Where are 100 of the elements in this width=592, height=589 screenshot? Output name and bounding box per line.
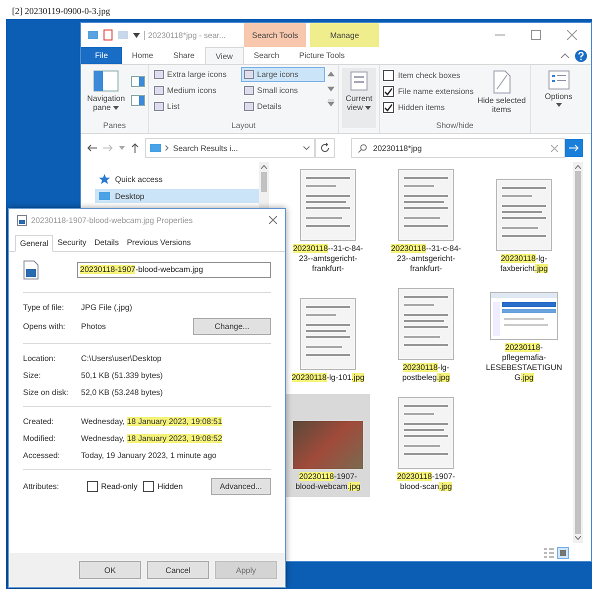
options-button[interactable]: Options [536,68,581,107]
address-bar[interactable]: Search Results i... [145,138,315,158]
layout-option[interactable]: Medium icons [152,84,242,97]
property-label: Size: [23,370,42,380]
dialog-title: 20230118-1907-blood-webcam.jpg Properties [31,216,193,224]
refresh-icon [320,143,330,153]
dialog-tab[interactable]: Security [53,235,90,251]
ribbon-tab[interactable]: Search [244,47,290,64]
dialog-tab[interactable]: Details [90,235,123,251]
document-thumbnail [398,288,454,360]
search-field[interactable]: 20230118*jpg [351,138,565,158]
checkbox[interactable] [87,481,98,492]
close-button[interactable] [567,30,577,40]
dialog-tab[interactable]: Previous Versions [122,235,195,251]
layout-option[interactable]: Extra large icons [152,68,242,81]
attribute-checkbox[interactable]: Hidden [143,481,183,492]
property-value: Wednesday, 18 January 2023, 19:08:52 [81,434,222,442]
back-button[interactable] [87,144,97,152]
refresh-button[interactable] [315,138,335,158]
context-tab-header: Manage [310,23,380,47]
recent-locations-button[interactable] [119,146,125,150]
property-value: Today, 19 January 2023, 1 minute ago [81,450,216,460]
property-value: Photos [81,322,106,331]
search-go-button[interactable] [565,139,583,157]
dialog-button[interactable]: Cancel [147,561,209,579]
caret-icon[interactable] [133,32,140,38]
list-icon [548,70,570,90]
ribbon-checkbox[interactable]: File name extensions [383,86,474,97]
image-file-icon [23,260,39,280]
file-name: 20230118-lg-101.jpg [290,373,366,383]
large-icons-view-icon[interactable] [557,547,569,559]
file-item[interactable]: 20230118-lg-101.jpg [286,285,370,388]
maximize-button[interactable] [531,30,541,40]
checkbox[interactable] [383,86,394,97]
checkbox[interactable] [143,481,154,492]
layout-option[interactable]: Large icons [242,68,324,81]
dialog-tab[interactable]: General [15,235,54,252]
star-icon [99,174,110,184]
advanced-button[interactable]: Advanced... [210,478,271,495]
file-name: 20230118-lg-faxbericht.jpg [499,254,549,274]
file-name: 20230118-1907-blood-scan.jpg [396,472,456,492]
caret-icon [365,106,372,110]
help-icon[interactable] [575,50,587,62]
chevron-down-icon[interactable] [303,146,310,150]
pane-layout-icon [93,70,119,92]
gallery-scroll-icon[interactable] [327,70,335,108]
clear-search-button[interactable] [551,144,558,152]
ribbon-tab[interactable]: Home [122,47,164,64]
layout-option[interactable]: Details [242,100,324,113]
file-item[interactable]: 20230118-1907-blood-webcam.jpg [286,394,370,497]
file-item[interactable]: 20230118-lg-faxbericht.jpg [482,166,566,279]
navigation-pane-button[interactable]: Navigation pane [84,68,128,112]
attribute-checkbox[interactable]: Read-only [87,481,138,492]
ribbon-tab[interactable]: Share [163,47,205,64]
document-icon [492,70,512,94]
document-thumbnail [300,169,356,241]
property-label: Accessed: [23,450,61,460]
dialog-button[interactable]: OK [79,561,141,579]
checkbox[interactable] [383,70,394,81]
folder-icon [99,191,110,201]
file-item[interactable]: 20230118-lg-postbeleg.jpg [384,285,468,388]
scrollbar[interactable] [573,162,583,543]
checkbox[interactable] [383,102,394,113]
file-name: 20230118--31-c-84-23--amtsgericht-frankfurt- [390,244,462,274]
file-tab[interactable]: File [81,47,122,64]
file-item[interactable]: 20230118--31-c-84-23--amtsgericht-frankfurt- [286,166,370,279]
file-name: 20230118-1907-blood-webcam.jpg [294,472,362,492]
scroll-up-icon[interactable] [261,165,268,169]
ribbon-tab[interactable]: View [204,47,244,64]
scroll-down-icon[interactable] [575,536,581,540]
scroll-up-icon[interactable] [575,165,581,169]
file-name-field[interactable]: 20230118-1907-blood-webcam.jpg [77,262,271,278]
close-button[interactable] [269,216,277,224]
hide-selected-items-button[interactable]: Hide selected items [476,68,527,114]
details-view-icon[interactable] [543,547,555,559]
change-button[interactable]: Change... [193,318,271,335]
property-label: Opens with: [23,322,66,331]
view-icon [348,70,370,92]
file-name: 20230118-lg-postbeleg.jpg [401,363,451,383]
navigation-item[interactable]: Desktop [95,189,260,203]
image-file-icon [17,214,27,226]
property-label: Size on disk: [23,388,70,396]
preview-pane-icon[interactable] [131,76,145,87]
current-view-button[interactable]: Current view [342,68,376,128]
file-item[interactable]: 20230118--31-c-84-23--amtsgericht-frankfurt- [384,166,468,279]
layout-option[interactable]: Small icons [242,84,324,97]
up-button[interactable] [131,143,139,153]
ribbon-checkbox[interactable]: Hidden items [383,102,474,113]
chevron-icon [165,145,169,151]
group-label: Panes [102,121,127,132]
folder-icon [150,143,161,153]
ribbon-tab[interactable]: Picture Tools [289,47,355,64]
ribbon-checkbox[interactable]: Item check boxes [383,70,474,81]
collapse-ribbon-icon[interactable] [561,53,569,58]
navigation-item[interactable]: Quick access [95,172,260,186]
layout-option[interactable]: List [152,100,242,113]
folder-icon [87,29,99,41]
file-item[interactable]: 20230118-pflegemafia-LESEBESTAETIGUNG.jpg [482,285,566,388]
file-item[interactable]: 20230118-1907-blood-scan.jpg [384,394,468,497]
details-pane-icon[interactable] [131,95,145,106]
